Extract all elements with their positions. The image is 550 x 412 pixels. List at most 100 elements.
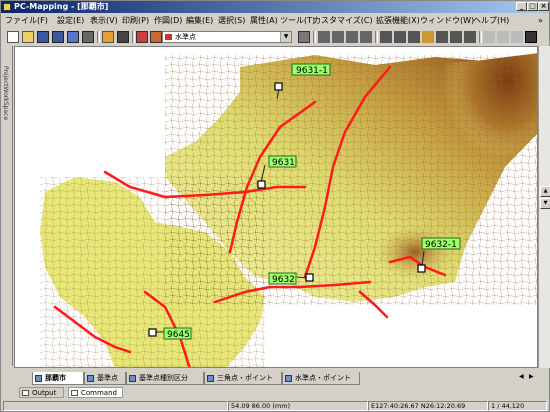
tab-prev-icon[interactable]: ◀	[519, 373, 524, 380]
map-point[interactable]	[274, 82, 283, 91]
output-icon	[22, 390, 29, 396]
command-icon	[71, 390, 78, 396]
zoom-out-icon[interactable]	[332, 31, 344, 43]
table-view-icon[interactable]	[483, 31, 495, 43]
zoom-window-icon[interactable]	[360, 31, 372, 43]
project-workspace-sidebar[interactable]: ProjectWorkSpace	[1, 46, 13, 366]
tab-triangulation-point[interactable]: 三角点・ポイント	[204, 372, 282, 385]
tab-benchmark[interactable]: 基準点	[84, 372, 126, 385]
street-grid-west	[40, 177, 265, 367]
app-window: PC-Mapping - [那覇市] _ □ × ファイル(F) 設定(E) 表…	[0, 0, 550, 412]
tab-output[interactable]: Output	[19, 387, 64, 398]
menu-overflow-icon[interactable]: »	[538, 14, 543, 28]
tab-command[interactable]: Command	[68, 387, 123, 398]
list-view-icon[interactable]	[511, 31, 523, 43]
menu-customize[interactable]: カスタマイズ(C)	[313, 14, 373, 28]
scroll-up-icon[interactable]: ▲	[540, 186, 550, 197]
print-icon[interactable]	[82, 31, 94, 43]
open-folder-icon[interactable]	[22, 31, 34, 43]
menu-bar: ファイル(F) 設定(E) 表示(V) 印刷(P) 作図(D) 編集(E) 選択…	[1, 14, 549, 28]
menu-settings[interactable]: 設定(E)	[57, 14, 84, 28]
layer-icon	[165, 34, 172, 40]
menu-print[interactable]: 印刷(P)	[122, 14, 149, 28]
map-point[interactable]	[417, 264, 426, 273]
map-point-label: 9632	[268, 272, 297, 285]
sidebar-label: ProjectWorkSpace	[2, 66, 9, 121]
info-tool-icon[interactable]	[450, 31, 462, 43]
map-point-label: 9631	[268, 155, 297, 168]
tab-level-point[interactable]: 水準点・ポイント	[282, 372, 360, 385]
zoom-extent-icon[interactable]	[346, 31, 358, 43]
svg-text:9631-1: 9631-1	[296, 66, 328, 76]
vertical-scrollbar[interactable]: ▲ ▼	[538, 46, 550, 368]
pan-tool-icon[interactable]	[117, 31, 129, 43]
status-pane-main	[3, 401, 228, 411]
save-all-icon[interactable]	[67, 31, 79, 43]
map-point[interactable]	[148, 328, 157, 337]
select-tool-icon[interactable]	[464, 31, 476, 43]
map-point-label: 9645	[163, 327, 192, 340]
chevron-down-icon[interactable]: ▼	[280, 32, 291, 42]
close-button[interactable]: ×	[538, 2, 549, 11]
map-point[interactable]	[257, 180, 266, 189]
menu-select[interactable]: 選択(S)	[218, 14, 245, 28]
maximize-button[interactable]: □	[527, 2, 538, 11]
toolbar-separator	[132, 31, 135, 43]
menu-attribute[interactable]: 属性(A)	[250, 14, 278, 28]
svg-text:9631: 9631	[272, 158, 295, 168]
layer-manager-icon[interactable]	[136, 31, 148, 43]
draw-poly-icon[interactable]	[408, 31, 420, 43]
svg-text:9645: 9645	[167, 330, 190, 340]
window-title: PC-Mapping - [那覇市]	[14, 2, 109, 11]
map-tab-strip: 那覇市 基準点 基準点種別区分 三角点・ポイント 水準点・ポイント ◀ ▶	[14, 372, 538, 386]
layer-tab-icon	[87, 375, 94, 382]
zoom-in-icon[interactable]	[318, 31, 330, 43]
draw-point-icon[interactable]	[380, 31, 392, 43]
status-scale: 1 / 44,120	[488, 401, 547, 411]
map-point-label: 9632-1	[421, 237, 461, 250]
panel-toggle-icon[interactable]	[525, 31, 537, 43]
status-coordinates: E127:40:26.67 N26:12:20.69	[368, 401, 488, 411]
scroll-down-icon[interactable]: ▼	[540, 198, 550, 209]
measure-icon[interactable]	[436, 31, 448, 43]
map-svg: 9631-1 9631 9632-1 9632 9645	[15, 47, 537, 367]
split-view-icon[interactable]	[497, 31, 509, 43]
map-point[interactable]	[305, 273, 314, 282]
draw-line-icon[interactable]	[394, 31, 406, 43]
layer-select-value: 水準点	[175, 33, 196, 41]
menu-file[interactable]: ファイル(F)	[5, 14, 48, 28]
toolbar-separator	[97, 31, 100, 43]
new-file-icon[interactable]	[7, 31, 19, 43]
save-as-icon[interactable]	[52, 31, 64, 43]
tab-naha-city[interactable]: 那覇市	[32, 372, 84, 385]
pointer-tool-icon[interactable]	[102, 31, 114, 43]
save-icon[interactable]	[37, 31, 49, 43]
layer-tab-icon	[285, 375, 292, 382]
menu-draw[interactable]: 作図(D)	[154, 14, 182, 28]
menu-tools[interactable]: ツール(T)	[280, 14, 315, 28]
layer-select[interactable]: 水準点 ▼	[162, 31, 292, 43]
toolbar-separator	[375, 31, 378, 43]
menu-view[interactable]: 表示(V)	[90, 14, 118, 28]
minimize-button[interactable]: _	[516, 2, 527, 11]
map-canvas[interactable]: 9631-1 9631 9632-1 9632 9645	[14, 46, 538, 368]
layer-props-icon[interactable]	[298, 31, 310, 43]
edit-tool-icon[interactable]	[422, 31, 434, 43]
tab-next-icon[interactable]: ▶	[529, 373, 534, 380]
toolbar-separator	[479, 31, 482, 43]
toolbar: 水準点 ▼	[1, 29, 549, 45]
menu-edit[interactable]: 編集(E)	[186, 14, 213, 28]
title-bar[interactable]: PC-Mapping - [那覇市] _ □ ×	[1, 1, 549, 13]
menu-extensions[interactable]: 拡張機能(X)	[376, 14, 420, 28]
toolbar-separator	[313, 31, 316, 43]
layer-tab-icon	[207, 375, 214, 382]
svg-text:9632-1: 9632-1	[425, 240, 457, 250]
menu-help[interactable]: ヘルプ(H)	[473, 14, 509, 28]
map-tab-icon	[35, 375, 42, 382]
map-point-label: 9631-1	[291, 63, 331, 76]
tab-benchmark-type[interactable]: 基準点種別区分	[126, 372, 204, 385]
layer-tab-icon	[129, 375, 136, 382]
layer-list-icon[interactable]	[150, 31, 162, 43]
svg-text:9632: 9632	[272, 275, 295, 285]
menu-window[interactable]: ウィンドウ(W)	[420, 14, 474, 28]
